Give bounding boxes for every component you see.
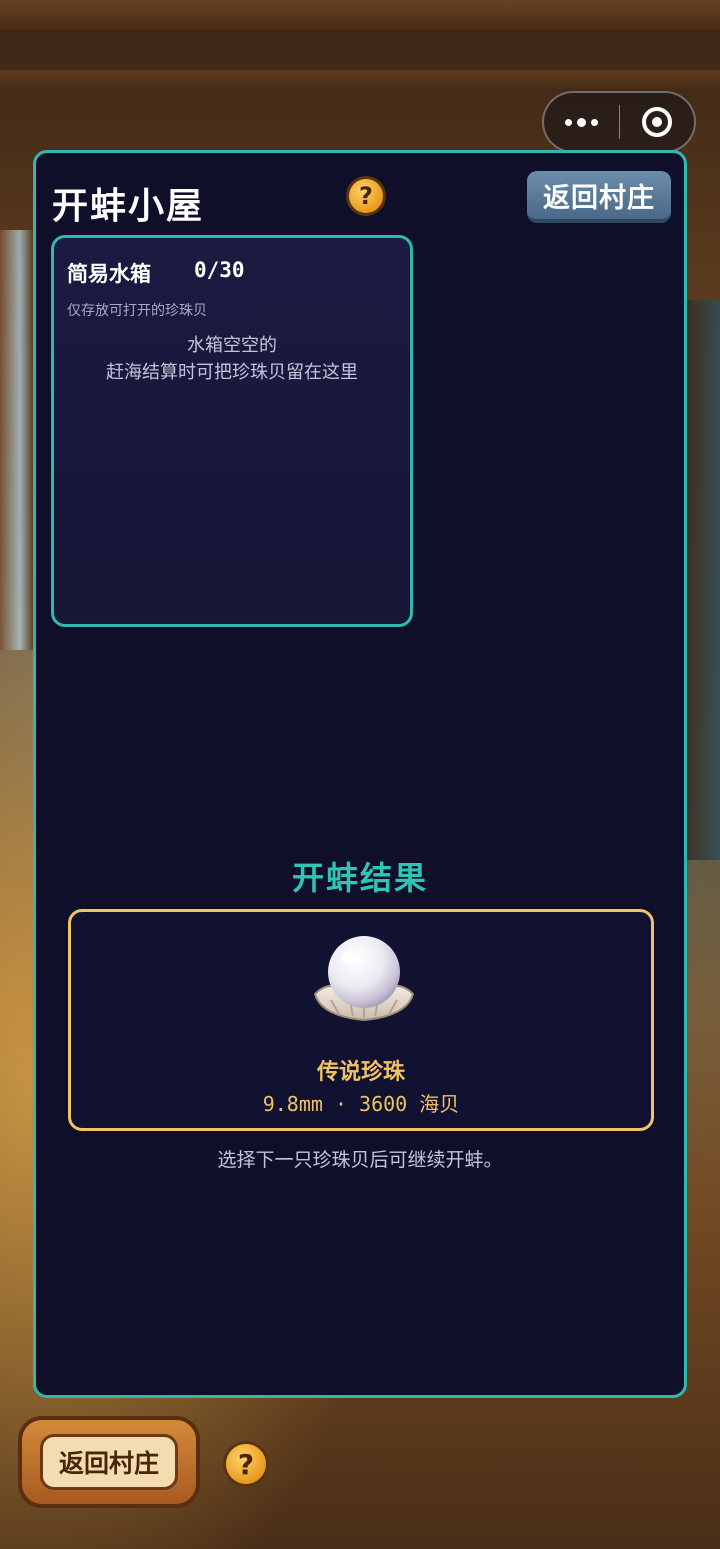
result-card: 传说珍珠 9.8mm · 3600 海贝 [68,909,654,1131]
tank-count: 0/30 [194,258,245,282]
clam-house-panel: 开蚌小屋 ? 返回村庄 简易水箱 0/30 仅存放可打开的珍珠贝 水箱空空的 赶… [33,150,687,1398]
result-title: 开蚌结果 [291,859,428,897]
target-circle-icon[interactable] [620,93,695,151]
question-icon[interactable]: ? [346,176,386,216]
bottom-back-label: 返回村庄 [40,1434,178,1490]
pearl-info: 9.8mm · 3600 海贝 [262,1092,460,1116]
page-title: 开蚌小屋 [52,186,205,227]
tank-empty-line2: 赶海结算时可把珍珠贝留在这里 [106,362,358,383]
water-tank-card: 简易水箱 0/30 仅存放可打开的珍珠贝 水箱空空的 赶海结算时可把珍珠贝留在这… [51,235,413,627]
tank-empty-line1: 水箱空空的 [187,335,277,356]
bottom-back-to-village-button[interactable]: 返回村庄 [18,1416,200,1508]
pearl-in-shell-icon [309,930,419,1026]
pearl-name: 传说珍珠 [316,1060,405,1085]
continue-hint: 选择下一只珍珠贝后可继续开蚌。 [217,1149,503,1171]
tank-name: 简易水箱 [67,262,151,286]
back-to-village-button[interactable]: 返回村庄 [527,171,671,223]
tank-subtitle: 仅存放可打开的珍珠贝 [67,303,207,319]
tank-empty-message: 水箱空空的 赶海结算时可把珍珠贝留在这里 [54,332,410,386]
more-dots-icon[interactable] [544,93,619,151]
bottom-question-icon[interactable]: ? [223,1441,269,1487]
mini-program-capsule [542,91,696,153]
